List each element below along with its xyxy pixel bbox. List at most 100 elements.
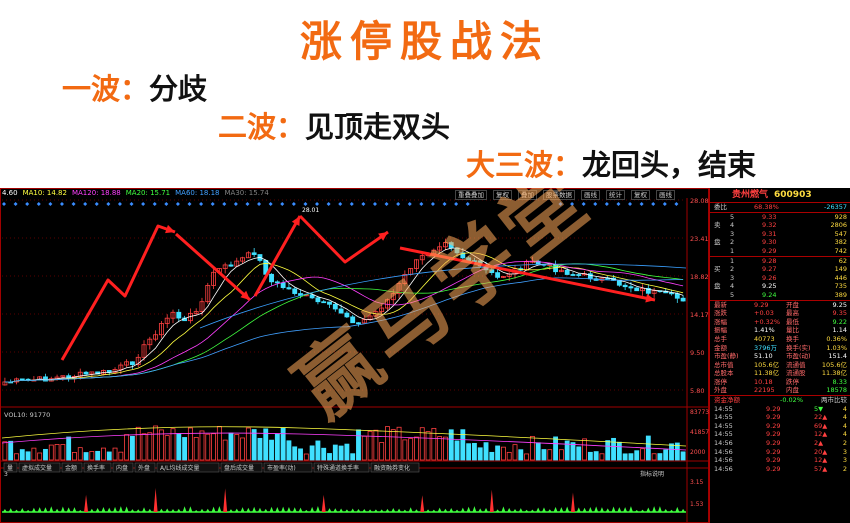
stat-row: 市盈(静) 51.10 市盈(动) 151.4 bbox=[710, 352, 850, 361]
bottom-signal bbox=[211, 506, 216, 512]
toolbar-button[interactable]: 复权 bbox=[631, 190, 650, 200]
bid-price: 9.28 bbox=[762, 256, 777, 265]
stat-value: 0.36% bbox=[826, 334, 847, 343]
toolbar-button[interactable]: 画线 bbox=[656, 190, 675, 200]
bottom-signal bbox=[576, 507, 581, 512]
weibi-diff: -26357 bbox=[823, 203, 847, 211]
bid-row: 5 9.24 389 bbox=[710, 291, 850, 300]
tick-count: 4 bbox=[842, 404, 847, 413]
volume-bar bbox=[211, 433, 217, 461]
buy-book: 1 9.28 62 买 2 9.27 149 3 9.26 446 盘 4 9.25 735 5 9.24 38… bbox=[710, 257, 850, 300]
bottom-signal bbox=[547, 509, 552, 512]
indicator-tab-label: 虚拟成交量 bbox=[22, 464, 52, 472]
bottom-signal bbox=[130, 509, 135, 512]
bid-price: 9.26 bbox=[762, 273, 777, 282]
toolbar-button[interactable]: 统计 bbox=[606, 190, 625, 200]
weibi-row: 委比 68.38% -26357 bbox=[710, 203, 850, 212]
volume-bar bbox=[8, 440, 14, 461]
candle-body bbox=[269, 273, 274, 283]
wave-one-text: 分歧 bbox=[149, 72, 208, 106]
stat-label: 总股本 bbox=[714, 369, 734, 378]
ma-legend-item: MA30: 15.74 bbox=[224, 189, 269, 197]
volume-bar bbox=[477, 447, 483, 461]
candle-body bbox=[274, 281, 280, 284]
bottom-signal bbox=[8, 508, 13, 512]
candle-body bbox=[628, 286, 634, 289]
volume-bar bbox=[582, 438, 587, 461]
stock-code: 600903 bbox=[774, 190, 812, 200]
tick-count: 4 bbox=[842, 421, 847, 430]
stat-label: 流通股 bbox=[786, 369, 806, 378]
ask-row: 5 9.33 928 bbox=[710, 213, 850, 222]
volume-bar bbox=[251, 429, 257, 461]
indicator-tab-label: 内盘 bbox=[116, 464, 128, 472]
price-axis-label: 18.82 bbox=[690, 273, 709, 281]
stat-value: 51.10 bbox=[754, 352, 773, 361]
tick-price: 9.29 bbox=[766, 404, 781, 413]
candle-body bbox=[309, 294, 315, 299]
trading-terminal: 28.08 23.41 18.82 14.17 9.50 5.80 28.01 VOL10: … bbox=[0, 188, 850, 523]
bottom-signal bbox=[234, 508, 239, 512]
volume-bar bbox=[309, 445, 315, 461]
signal-marker bbox=[83, 202, 88, 206]
flow-compare: 两市比较 bbox=[821, 396, 847, 405]
bottom-signal bbox=[443, 508, 448, 512]
candle-body bbox=[570, 274, 576, 276]
ask-volume: 928 bbox=[834, 212, 847, 221]
bottom-signal bbox=[582, 507, 587, 512]
wave-two-text: 见顶走双头 bbox=[305, 110, 451, 144]
tick-row: 14:55 9.29 5▼ 4 bbox=[710, 405, 850, 414]
bid-level: 5 bbox=[730, 290, 735, 299]
signal-marker bbox=[419, 202, 424, 206]
stat-label: 市盈(静) bbox=[714, 352, 739, 361]
ask-price: 9.30 bbox=[762, 238, 777, 247]
ask-volume: 547 bbox=[834, 229, 847, 238]
stat-label: 振幅 bbox=[714, 326, 727, 335]
signal-marker bbox=[222, 202, 227, 206]
bottom-signal bbox=[368, 509, 373, 512]
stats-table: 最新 9.29 开盘 9.25 涨跌 +0.03 最高 9.35 涨幅 +0.32% 最低 9.22 振… bbox=[710, 301, 850, 396]
bottom-signal bbox=[176, 508, 181, 512]
tick-row: 14:56 9.29 57▲ 2 bbox=[710, 465, 850, 474]
price-axis-label: 5.80 bbox=[690, 387, 704, 395]
wave-two: 二波：见顶走双头 bbox=[218, 104, 450, 146]
tick-price: 9.29 bbox=[766, 421, 781, 430]
stat-value: 151.4 bbox=[828, 352, 847, 361]
bottom-signal bbox=[536, 507, 541, 512]
volume-bar bbox=[332, 444, 338, 461]
stat-value: 11.38亿 bbox=[754, 369, 780, 378]
ask-row: 1 9.29 742 bbox=[710, 247, 850, 256]
tick-volume: 2▲ bbox=[814, 439, 824, 448]
bottom-signal bbox=[60, 506, 65, 512]
volume-bar bbox=[25, 451, 31, 461]
signal-marker bbox=[372, 202, 377, 206]
volume-bar bbox=[587, 451, 593, 461]
bottom-signal bbox=[553, 506, 558, 512]
signal-marker bbox=[233, 202, 238, 206]
bottom-signal bbox=[362, 509, 367, 512]
wave-one: 一波：分歧 bbox=[62, 66, 207, 108]
indicator-tab-label: 量 bbox=[7, 465, 13, 472]
bottom-signal bbox=[72, 507, 77, 512]
bottom-signal bbox=[495, 509, 500, 512]
bid-row: 盘 4 9.25 735 bbox=[710, 282, 850, 291]
volume-bar bbox=[234, 434, 240, 461]
tick-time: 14:56 bbox=[714, 447, 733, 456]
candle-body bbox=[286, 287, 292, 290]
volume-bar bbox=[95, 450, 101, 461]
bottom-signal bbox=[640, 509, 645, 512]
indicator-tab-label: A/L均线成交量 bbox=[160, 464, 199, 472]
volume-axis-label: 83773 bbox=[690, 409, 709, 416]
candle-body bbox=[19, 378, 25, 381]
bid-price: 9.27 bbox=[762, 265, 777, 274]
bottom-signal bbox=[298, 507, 303, 512]
bottom-signal bbox=[84, 494, 89, 512]
stat-label: 金额 bbox=[714, 343, 727, 352]
ask-row: 卖 4 9.32 2806 bbox=[710, 221, 850, 230]
stat-row: 涨跌 +0.03 最高 9.35 bbox=[710, 309, 850, 318]
bottom-signal bbox=[263, 508, 268, 512]
signal-marker bbox=[303, 202, 308, 206]
stat-value: 10.18 bbox=[754, 377, 773, 386]
signal-marker bbox=[338, 202, 343, 206]
bid-level: 3 bbox=[730, 273, 735, 282]
